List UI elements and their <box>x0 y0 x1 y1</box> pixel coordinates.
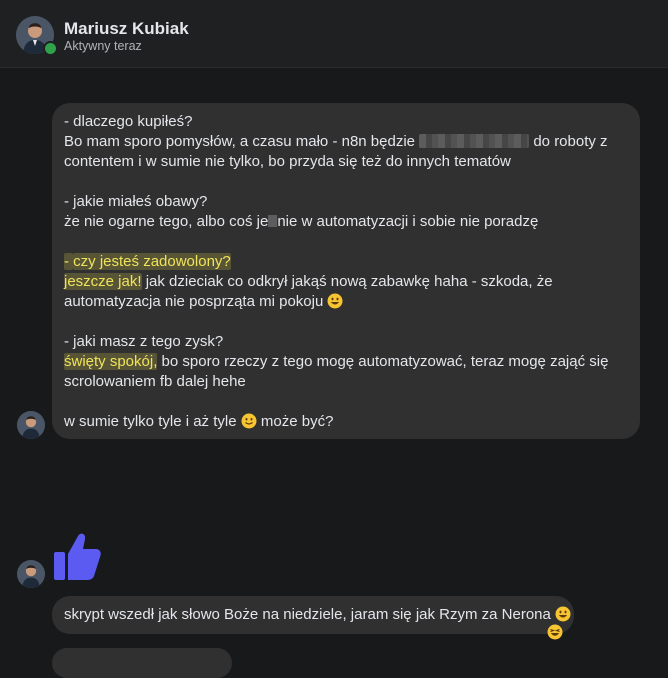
contact-status: Aktywny teraz <box>64 39 142 53</box>
sender-avatar[interactable] <box>17 411 45 439</box>
message-line: że nie ogarne tego, albo coś je nie w aut… <box>64 213 539 230</box>
online-status-dot <box>43 41 58 56</box>
message-line: scrolowaniem fb dalej hehe <box>64 373 246 390</box>
chat-header: Mariusz Kubiak Aktywny teraz <box>0 0 668 68</box>
message-line: - czy jesteś zadowolony? <box>64 253 231 270</box>
message-line: w sumie tylko tyle i aż tyle może być? <box>64 413 334 430</box>
contact-name[interactable]: Mariusz Kubiak <box>64 19 189 39</box>
thumbs-up-icon <box>54 533 101 580</box>
slightly-smiling-face-icon <box>241 413 257 429</box>
redacted-text <box>419 134 530 148</box>
grinning-face-icon <box>327 293 343 309</box>
sender-avatar[interactable] <box>17 560 45 588</box>
message-line: - jakie miałeś obawy? <box>64 193 208 210</box>
message-line: Bo mam sporo pomysłów, a czasu mało - n8… <box>64 133 608 150</box>
message-bubble[interactable]: - dlaczego kupiłeś? Bo mam sporo pomysłó… <box>52 103 640 439</box>
message-line: - jaki masz z tego zysk? <box>64 333 224 350</box>
message-bubble[interactable]: skrypt wszedł jak słowo Boże na niedziel… <box>52 596 574 634</box>
message-line: skrypt wszedł jak słowo Boże na niedziel… <box>64 605 571 625</box>
message-line: contentem i w sumie nie tylko, bo przyda… <box>64 153 511 170</box>
message-line: święty spokój, bo sporo rzeczy z tego mo… <box>64 353 609 370</box>
grinning-face-icon <box>555 606 571 622</box>
redacted-text <box>268 215 278 227</box>
message-line: - dlaczego kupiłeś? <box>64 113 193 130</box>
laughing-face-icon <box>547 624 563 640</box>
message-line: jeszcze jak! jak dzieciak co odkrył jaką… <box>64 273 553 290</box>
message-line: automatyzacja nie posprząta mi pokoju <box>64 292 628 312</box>
